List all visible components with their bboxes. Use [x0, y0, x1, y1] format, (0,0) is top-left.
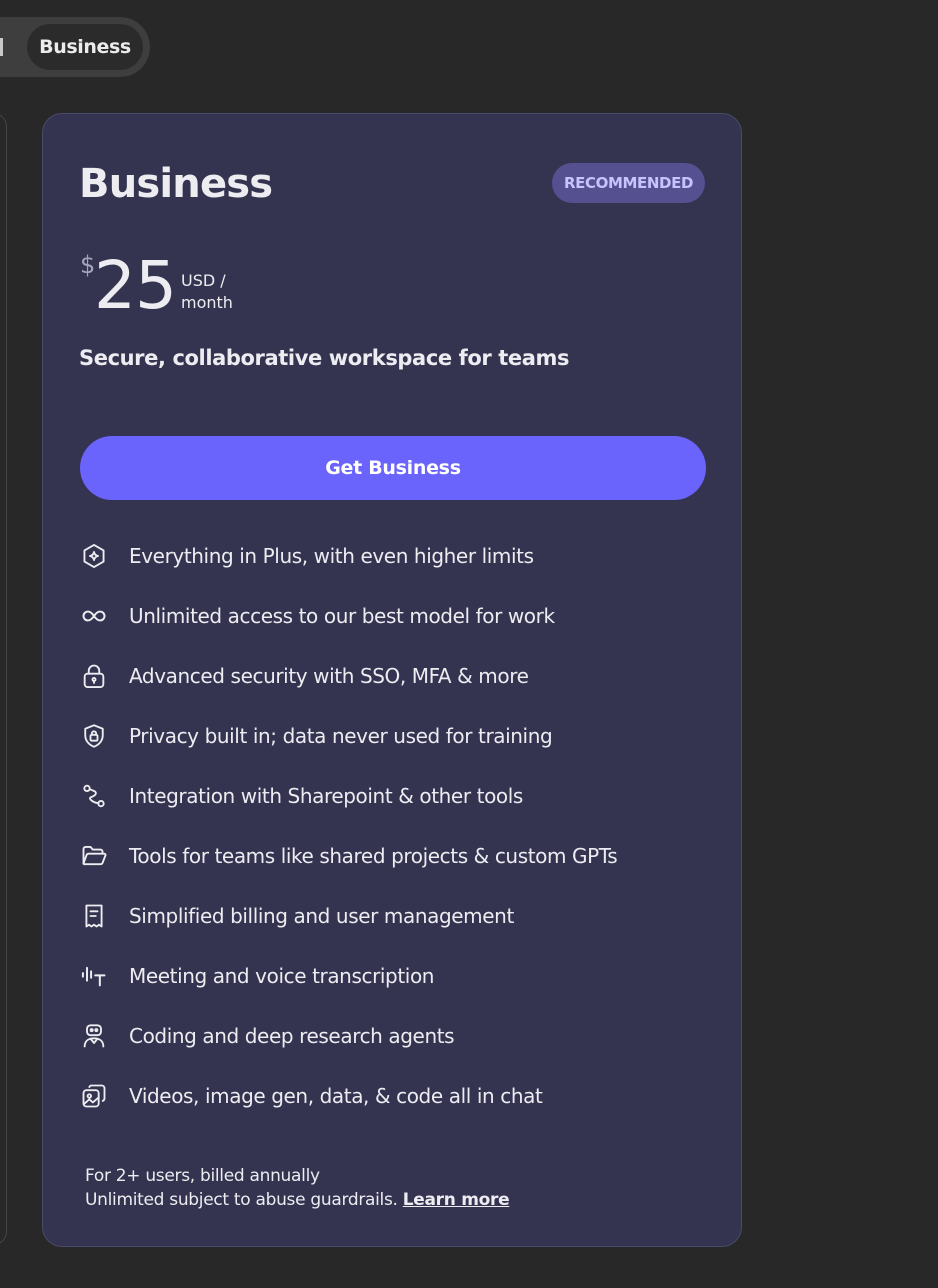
feature-item: Advanced security with SSO, MFA & more — [79, 646, 719, 706]
guardrails-text: Unlimited subject to abuse guardrails. — [85, 1190, 398, 1210]
robot-icon — [79, 1021, 109, 1051]
feature-label: Privacy built in; data never used for tr… — [129, 724, 553, 748]
feature-label: Coding and deep research agents — [129, 1024, 455, 1048]
feature-list: Everything in Plus, with even higher lim… — [79, 526, 719, 1126]
feature-item: Simplified billing and user management — [79, 886, 719, 946]
previous-plan-card — [0, 113, 7, 1245]
transcription-icon — [79, 961, 109, 991]
feature-label: Advanced security with SSO, MFA & more — [129, 664, 529, 688]
sparkle-hexagon-icon — [79, 541, 109, 571]
media-icon — [79, 1081, 109, 1111]
get-business-button[interactable]: Get Business — [80, 436, 706, 500]
currency-symbol: $ — [80, 251, 96, 279]
guardrails-note: Unlimited subject to abuse guardrails. L… — [85, 1188, 510, 1212]
price-unit-period: month — [181, 293, 233, 312]
plan-title: Business — [79, 161, 273, 207]
feature-label: Tools for teams like shared projects & c… — [129, 844, 618, 868]
price-amount: 25 — [94, 247, 177, 324]
integration-icon — [79, 781, 109, 811]
feature-item: Everything in Plus, with even higher lim… — [79, 526, 719, 586]
feature-item: Meeting and voice transcription — [79, 946, 719, 1006]
price-unit-currency: USD / — [181, 271, 226, 290]
receipt-icon — [79, 901, 109, 931]
shield-lock-icon — [79, 721, 109, 751]
feature-label: Meeting and voice transcription — [129, 964, 435, 988]
feature-item: Coding and deep research agents — [79, 1006, 719, 1066]
feature-item: Integration with Sharepoint & other tool… — [79, 766, 719, 826]
folder-icon — [79, 841, 109, 871]
feature-item: Privacy built in; data never used for tr… — [79, 706, 719, 766]
learn-more-link[interactable]: Learn more — [403, 1190, 510, 1210]
toggle-option-business[interactable]: Business — [27, 24, 143, 70]
feature-item: Tools for teams like shared projects & c… — [79, 826, 719, 886]
feature-item: Videos, image gen, data, & code all in c… — [79, 1066, 719, 1126]
recommended-badge: RECOMMENDED — [552, 163, 705, 203]
price-unit: USD / month — [181, 270, 251, 314]
toggle-option-previous[interactable] — [0, 38, 3, 56]
billing-note: For 2+ users, billed annually — [85, 1166, 320, 1186]
lock-icon — [79, 661, 109, 691]
feature-item: Unlimited access to our best model for w… — [79, 586, 719, 646]
feature-label: Unlimited access to our best model for w… — [129, 604, 555, 628]
feature-label: Simplified billing and user management — [129, 904, 514, 928]
feature-label: Videos, image gen, data, & code all in c… — [129, 1084, 543, 1108]
plan-tagline: Secure, collaborative workspace for team… — [79, 346, 570, 370]
plan-footer: For 2+ users, billed annually Unlimited … — [85, 1164, 510, 1212]
feature-label: Integration with Sharepoint & other tool… — [129, 784, 523, 808]
business-plan-card: Business RECOMMENDED $ 25 USD / month Se… — [42, 113, 742, 1247]
feature-label: Everything in Plus, with even higher lim… — [129, 544, 534, 568]
infinity-icon — [79, 601, 109, 631]
